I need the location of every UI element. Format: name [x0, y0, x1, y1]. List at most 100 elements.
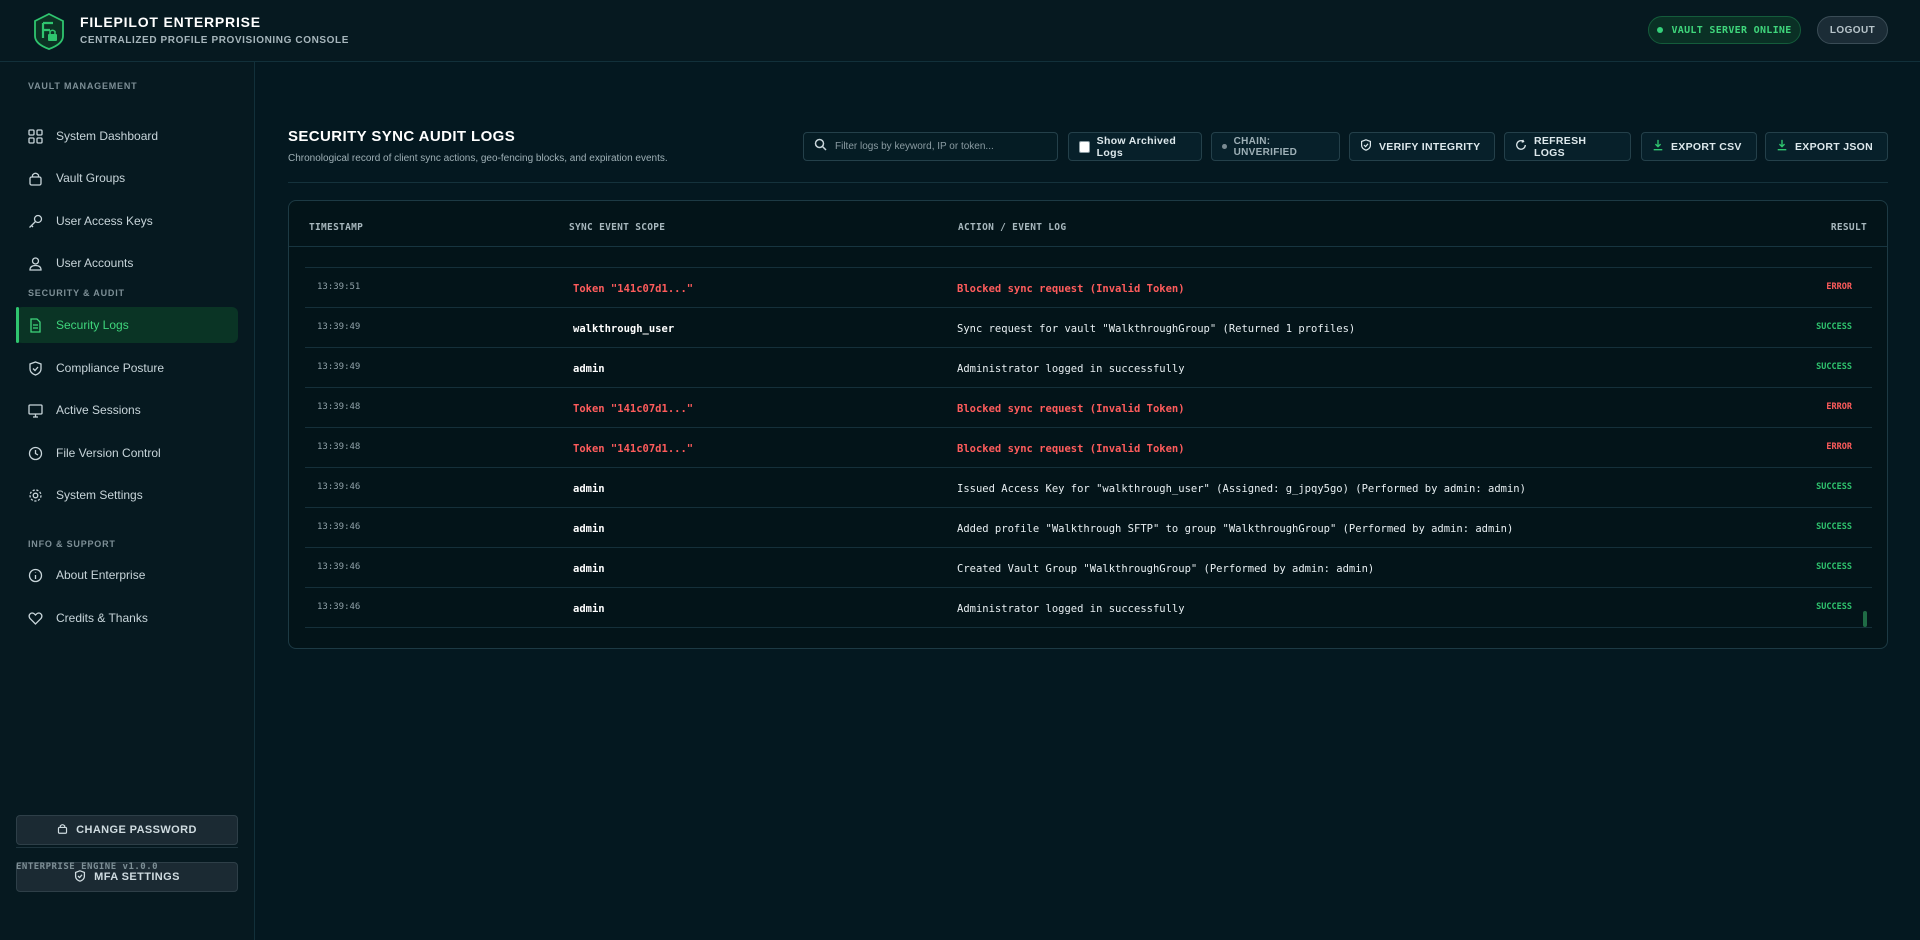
table-row[interactable]: 13:39:48 Token "141c07d1..." Blocked syn… [305, 388, 1872, 428]
row-timestamp: 13:39:48 [317, 402, 361, 412]
row-action: Added profile "Walkthrough SFTP" to grou… [957, 523, 1514, 535]
key-icon [28, 214, 43, 229]
users-icon [28, 256, 43, 271]
table-row[interactable]: 13:39:51 Token "141c07d1..." Blocked syn… [305, 268, 1872, 308]
mfa-settings-label: MFA SETTINGS [94, 871, 180, 883]
table-row[interactable]: 13:39:49 walkthrough_user Sync request f… [305, 308, 1872, 348]
table-row[interactable]: 13:39:49 admin Administrator logged in s… [305, 348, 1872, 388]
change-password-button[interactable]: CHANGE PASSWORD [16, 815, 238, 845]
export-csv-label: EXPORT CSV [1671, 140, 1742, 153]
info-icon [28, 568, 43, 583]
row-action: Administrator logged in successfully [957, 363, 1185, 375]
audit-log-table: TIMESTAMP SYNC EVENT SCOPE ACTION / EVEN… [288, 200, 1888, 649]
column-header-action[interactable]: ACTION / EVENT LOG [958, 222, 1066, 233]
row-result-badge: ERROR [1826, 402, 1852, 412]
table-header: TIMESTAMP SYNC EVENT SCOPE ACTION / EVEN… [289, 201, 1887, 247]
sidebar-item-user-access-keys[interactable]: User Access Keys [16, 203, 238, 239]
sidebar-item-label: Compliance Posture [56, 361, 165, 375]
row-scope: Token "141c07d1..." [573, 403, 694, 415]
table-row[interactable]: 13:39:46 admin Created Vault Group "Walk… [305, 548, 1872, 588]
sidebar-item-vault-groups[interactable]: Vault Groups [16, 160, 238, 196]
section-label-security-audit: SECURITY & AUDIT [28, 288, 125, 298]
vault-status-badge: VAULT SERVER ONLINE [1648, 16, 1801, 44]
sidebar-item-security-logs[interactable]: Security Logs [16, 307, 238, 343]
show-archived-label: Show Archived Logs [1096, 134, 1177, 159]
table-row[interactable]: 13:39:46 admin Administrator logged in s… [305, 588, 1872, 628]
sidebar-divider [16, 847, 238, 848]
table-body[interactable]: 13:39:51 Token "141c07d1..." Blocked syn… [305, 247, 1872, 637]
sidebar-item-compliance-posture[interactable]: Compliance Posture [16, 350, 238, 386]
page-subtitle: Chronological record of client sync acti… [288, 153, 668, 164]
column-header-result[interactable]: RESULT [1831, 222, 1867, 233]
row-result-badge: ERROR [1826, 442, 1852, 452]
sidebar-item-label: Vault Groups [56, 171, 126, 185]
app-subtitle: CENTRALIZED PROFILE PROVISIONING CONSOLE [80, 35, 350, 46]
clock-icon [28, 446, 43, 461]
export-json-button[interactable]: EXPORT JSON [1765, 132, 1888, 161]
refresh-logs-button[interactable]: REFRESH LOGS [1504, 132, 1631, 161]
row-result-badge: SUCCESS [1816, 362, 1852, 372]
sidebar-item-system-settings[interactable]: System Settings [16, 477, 238, 513]
row-action: Created Vault Group "WalkthroughGroup" (… [957, 563, 1375, 575]
row-scope: admin [573, 563, 605, 575]
row-action: Blocked sync request (Invalid Token) [957, 403, 1185, 415]
row-timestamp: 13:39:49 [317, 322, 361, 332]
lock-icon [28, 171, 43, 186]
row-timestamp: 13:39:46 [317, 522, 361, 532]
column-header-timestamp[interactable]: TIMESTAMP [309, 222, 363, 233]
shield-check-icon [1360, 139, 1372, 154]
status-dot-icon [1657, 27, 1664, 33]
row-scope: Token "141c07d1..." [573, 443, 694, 455]
filepilot-logo-icon [32, 12, 66, 50]
sidebar-item-label: Active Sessions [56, 403, 141, 417]
sidebar-item-label: About Enterprise [56, 568, 146, 582]
row-scope: admin [573, 483, 605, 495]
sidebar-item-label: File Version Control [56, 446, 161, 460]
table-scrollbar[interactable] [1863, 611, 1867, 627]
table-row[interactable]: 13:39:48 Token "141c07d1..." Blocked syn… [305, 428, 1872, 468]
sidebar-item-label: System Settings [56, 488, 143, 502]
sidebar-item-user-accounts[interactable]: User Accounts [16, 245, 238, 281]
row-action: Blocked sync request (Invalid Token) [957, 283, 1185, 295]
row-action: Administrator logged in successfully [957, 603, 1185, 615]
column-header-scope[interactable]: SYNC EVENT SCOPE [569, 222, 665, 233]
sidebar-item-active-sessions[interactable]: Active Sessions [16, 392, 238, 428]
row-timestamp: 13:39:51 [317, 282, 361, 292]
row-action: Sync request for vault "WalkthroughGroup… [957, 323, 1356, 335]
log-search-field[interactable] [803, 132, 1058, 161]
monitor-icon [28, 403, 43, 418]
lock-icon [57, 823, 68, 837]
download-icon [1652, 139, 1664, 154]
page-title: SECURITY SYNC AUDIT LOGS [288, 128, 516, 145]
sidebar-item-file-version-control[interactable]: File Version Control [16, 435, 238, 471]
sidebar-item-label: User Accounts [56, 256, 134, 270]
sidebar-item-credits-thanks[interactable]: Credits & Thanks [16, 600, 238, 636]
export-csv-button[interactable]: EXPORT CSV [1641, 132, 1757, 161]
search-input[interactable] [835, 141, 1055, 152]
app-title: FILEPILOT ENTERPRISE [80, 14, 261, 30]
row-scope: walkthrough_user [573, 323, 675, 335]
archived-checkbox[interactable] [1079, 140, 1090, 153]
grid-icon [28, 128, 43, 144]
download-icon [1776, 139, 1788, 154]
row-scope: admin [573, 603, 605, 615]
shield-check-icon [28, 360, 43, 376]
main-divider [288, 182, 1888, 183]
sidebar-item-about-enterprise[interactable]: About Enterprise [16, 557, 238, 593]
row-timestamp: 13:39:46 [317, 482, 361, 492]
document-icon [28, 317, 43, 333]
table-row[interactable]: 13:39:46 admin Added profile "Walkthroug… [305, 508, 1872, 548]
show-archived-toggle[interactable]: Show Archived Logs [1068, 132, 1202, 161]
section-label-info-support: INFO & SUPPORT [28, 539, 116, 549]
row-scope: admin [573, 523, 605, 535]
verify-integrity-button[interactable]: VERIFY INTEGRITY [1349, 132, 1495, 161]
row-result-badge: SUCCESS [1816, 522, 1852, 532]
logout-button[interactable]: LOGOUT [1817, 16, 1888, 44]
gear-icon [28, 488, 43, 503]
row-scope: admin [573, 363, 605, 375]
row-timestamp: 13:39:48 [317, 442, 361, 452]
table-row[interactable]: 13:39:46 admin Issued Access Key for "wa… [305, 468, 1872, 508]
sidebar-item-system-dashboard[interactable]: System Dashboard [16, 118, 238, 154]
top-header: FILEPILOT ENTERPRISE CENTRALIZED PROFILE… [0, 0, 1920, 62]
row-result-badge: SUCCESS [1816, 322, 1852, 332]
